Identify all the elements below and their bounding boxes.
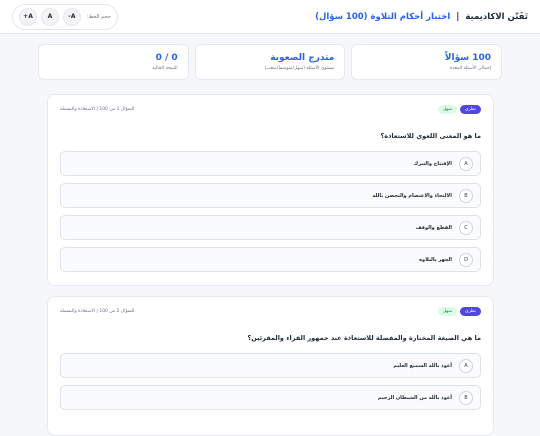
- option-letter: A: [459, 358, 473, 373]
- brand-name: تَفَنّن الاكاديمية: [465, 11, 528, 22]
- question-text: ما هو المعنى اللغوي للاستعاذة؟: [380, 132, 481, 140]
- tag-theory: نظري: [460, 307, 481, 316]
- font-reset-button[interactable]: A: [41, 7, 59, 26]
- option-text: الإفتتاح والتبرك: [413, 160, 453, 167]
- page-header-title: تَفَنّن الاكاديمية | اختبار أحكام التلاو…: [315, 12, 528, 22]
- option-text: القطع والوقف: [415, 224, 452, 231]
- question-card-2: نظري سهل السؤال 2 من 100 | الاستعاذة وال…: [47, 296, 494, 436]
- stat-value: متدرج الصعوبة: [270, 53, 335, 63]
- title-separator: |: [456, 11, 460, 22]
- question-meta: السؤال 2 من 100 | الاستعاذة والبسملة: [60, 309, 135, 314]
- stats-row: 100 سؤالاً إجمالي الأسئلة المعدة متدرج ا…: [0, 34, 540, 80]
- option-text: أعوذ بالله من الشيطان الرجيم: [377, 394, 452, 401]
- quiz-subtitle: اختبار أحكام التلاوة (100 سؤال): [315, 11, 451, 22]
- answer-option-a[interactable]: A أعوذ بالله السميع العليم: [60, 353, 481, 378]
- tag-easy: سهل: [437, 307, 458, 316]
- option-letter: C: [459, 220, 473, 235]
- answer-option-b[interactable]: B الالتجاء والاعتصام والتحصن بالله: [60, 183, 481, 208]
- stat-label: مستوى الأسئلة (سهل/متوسط/صعب): [264, 66, 335, 71]
- font-size-control: حجم الخط: A- A A+: [12, 3, 118, 30]
- question-header: نظري سهل السؤال 2 من 100 | الاستعاذة وال…: [60, 307, 481, 316]
- option-text: الالتجاء والاعتصام والتحصن بالله: [372, 192, 452, 199]
- font-decrease-button[interactable]: A-: [63, 7, 81, 26]
- option-letter: B: [459, 188, 473, 203]
- stat-label: النتيجة الحالية: [152, 66, 178, 71]
- stat-difficulty: متدرج الصعوبة مستوى الأسئلة (سهل/متوسط/ص…: [194, 44, 346, 80]
- tag-theory: نظري: [460, 105, 481, 114]
- option-letter: B: [459, 390, 473, 405]
- question-tags: نظري سهل: [437, 105, 481, 114]
- option-letter: A: [459, 156, 473, 171]
- option-text: الجهر بالتلاوة: [419, 256, 452, 263]
- stat-score: 0 / 0 النتيجة الحالية: [37, 44, 189, 80]
- stat-label: إجمالي الأسئلة المعدة: [450, 66, 491, 71]
- option-letter: D: [459, 252, 473, 267]
- top-bar: تَفَنّن الاكاديمية | اختبار أحكام التلاو…: [0, 0, 540, 34]
- option-text: أعوذ بالله السميع العليم: [393, 362, 452, 369]
- question-tags: نظري سهل: [437, 307, 481, 316]
- tag-easy: سهل: [437, 105, 458, 114]
- font-increase-button[interactable]: A+: [19, 7, 37, 26]
- stat-value: 100 سؤالاً: [444, 53, 491, 63]
- stat-value: 0 / 0: [155, 53, 178, 63]
- question-card-1: نظري سهل السؤال 1 من 100 | الاستعاذة وال…: [47, 94, 494, 286]
- answer-option-b[interactable]: B أعوذ بالله من الشيطان الرجيم: [60, 385, 481, 410]
- question-header: نظري سهل السؤال 1 من 100 | الاستعاذة وال…: [60, 105, 481, 114]
- answer-option-c[interactable]: C القطع والوقف: [60, 215, 481, 240]
- question-text: ما هي الصيغة المختارة والمفضلة للاستعاذة…: [247, 334, 481, 342]
- stat-total-questions: 100 سؤالاً إجمالي الأسئلة المعدة: [351, 44, 502, 80]
- answer-option-d[interactable]: D الجهر بالتلاوة: [60, 247, 481, 272]
- answer-option-a[interactable]: A الإفتتاح والتبرك: [60, 151, 481, 176]
- question-meta: السؤال 1 من 100 | الاستعاذة والبسملة: [60, 107, 135, 112]
- font-size-label: حجم الخط:: [87, 13, 111, 20]
